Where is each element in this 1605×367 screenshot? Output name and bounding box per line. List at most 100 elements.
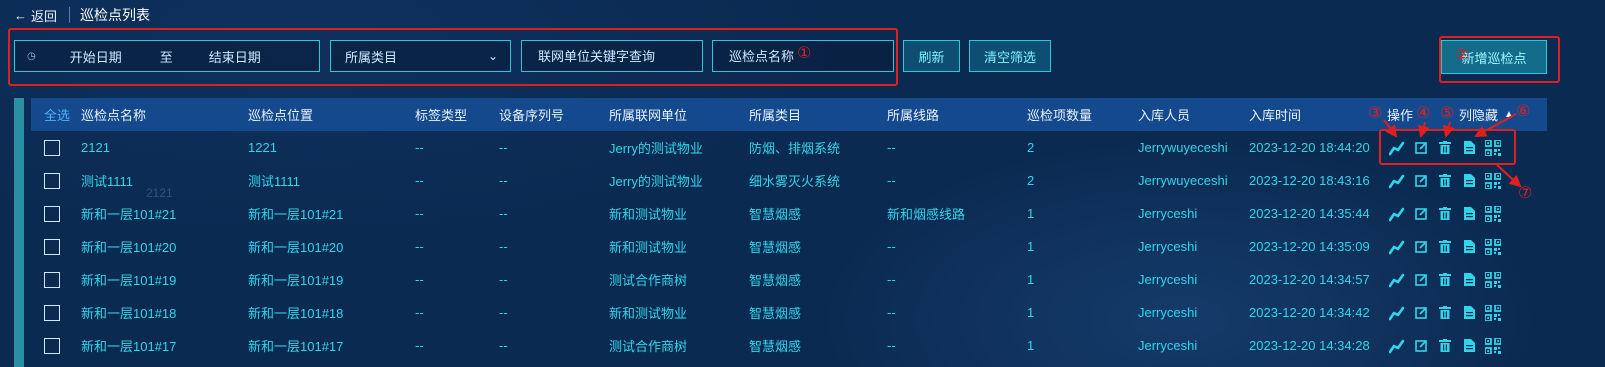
cell-item-count: 1 (1027, 206, 1035, 221)
trend-icon[interactable] (1389, 140, 1405, 156)
category-select-value: 所属类目 (345, 49, 398, 65)
document-icon[interactable] (1461, 173, 1477, 189)
cell-line: -- (887, 173, 896, 188)
edit-icon[interactable] (1413, 206, 1429, 222)
row-checkbox[interactable] (44, 205, 60, 222)
annotation-number-1: ① (797, 45, 812, 62)
col-header-actions: 操作 (1387, 108, 1414, 123)
edit-icon[interactable] (1413, 305, 1429, 321)
qrcode-icon[interactable] (1485, 304, 1501, 321)
cell-operator: Jerrywuyeceshi (1138, 173, 1228, 188)
delete-icon[interactable] (1437, 140, 1453, 156)
edit-icon[interactable] (1413, 338, 1429, 354)
row-checkbox[interactable] (44, 172, 60, 189)
delete-icon[interactable] (1437, 338, 1453, 354)
table-body: 2121 1221 -- -- Jerry的测试物业 防烟、排烟系统 -- 2 Jerrywuy… (31, 131, 1547, 362)
cell-category: 智慧烟感 (749, 273, 802, 288)
document-icon[interactable] (1461, 239, 1477, 255)
document-icon[interactable] (1461, 206, 1477, 222)
trend-icon[interactable] (1389, 173, 1405, 189)
table-row[interactable]: 新和一层101#21 新和一层101#21 -- -- 新和测试物业 智慧烟感 新和烟感线路… (31, 197, 1547, 230)
col-header-category: 所属类目 (749, 108, 802, 123)
trend-icon[interactable] (1389, 272, 1405, 288)
trend-icon[interactable] (1389, 305, 1405, 321)
table-row[interactable]: 2121 1221 -- -- Jerry的测试物业 防烟、排烟系统 -- 2 Jerrywuy… (31, 131, 1547, 164)
clear-filters-button[interactable]: 清空筛选 (969, 40, 1051, 72)
cell-name: 新和一层101#18 (81, 306, 177, 321)
select-all-button[interactable]: 全选 (44, 105, 70, 124)
cell-unit: Jerry的测试物业 (609, 141, 703, 156)
document-icon[interactable] (1461, 140, 1477, 156)
cell-time: 2023-12-20 18:43:16 (1249, 173, 1370, 188)
start-date-field[interactable]: 开始日期 (70, 47, 122, 66)
edit-icon[interactable] (1413, 140, 1429, 156)
delete-icon[interactable] (1437, 206, 1453, 222)
row-checkbox[interactable] (44, 271, 60, 288)
document-icon[interactable] (1461, 338, 1477, 354)
cell-name: 新和一层101#20 (81, 240, 177, 255)
category-select[interactable]: 所属类目 ⌄ (330, 40, 511, 72)
col-header-operator: 入库人员 (1138, 108, 1191, 123)
end-date-field[interactable]: 结束日期 (209, 47, 261, 66)
cell-location: 新和一层101#18 (248, 306, 344, 321)
cell-category: 智慧烟感 (749, 306, 802, 321)
row-actions (1389, 304, 1509, 321)
watermark-text: 2121 (146, 186, 173, 200)
trend-icon[interactable] (1389, 239, 1405, 255)
qrcode-icon[interactable] (1485, 337, 1501, 354)
cell-location: 测试1111 (248, 174, 301, 189)
cell-name: 2121 (81, 140, 110, 155)
annotation-number-2: ② (1455, 47, 1470, 64)
cell-tag-type: -- (415, 272, 424, 287)
qrcode-icon[interactable] (1485, 238, 1501, 255)
date-range-picker[interactable]: ◷ 开始日期 至 结束日期 (14, 40, 320, 72)
col-header-tag-type: 标签类型 (415, 108, 468, 123)
qrcode-icon[interactable] (1485, 271, 1501, 288)
cell-unit: Jerry的测试物业 (609, 174, 703, 189)
cell-name: 新和一层101#17 (81, 339, 177, 354)
inspection-point-table: 全选 巡检点名称 巡检点位置 标签类型 设备序列号 所属联网单位 所属类目 所属… (31, 98, 1547, 362)
col-header-unit: 所属联网单位 (609, 108, 688, 123)
row-checkbox[interactable] (44, 304, 60, 321)
document-icon[interactable] (1461, 272, 1477, 288)
trend-icon[interactable] (1389, 206, 1405, 222)
qrcode-icon[interactable] (1485, 172, 1501, 189)
table-row[interactable]: 新和一层101#18 新和一层101#18 -- -- 新和测试物业 智慧烟感 -- 1 Jer… (31, 296, 1547, 329)
table-row[interactable]: 新和一层101#20 新和一层101#20 -- -- 新和测试物业 智慧烟感 -- 1 Jer… (31, 230, 1547, 263)
trend-icon[interactable] (1389, 338, 1405, 354)
refresh-button[interactable]: 刷新 (903, 40, 960, 72)
cell-tag-type: -- (415, 173, 424, 188)
delete-icon[interactable] (1437, 239, 1453, 255)
caret-up-icon: ▲ (1504, 109, 1514, 120)
cell-unit: 新和测试物业 (609, 207, 688, 222)
cell-device-serial: -- (499, 272, 508, 287)
cell-unit: 新和测试物业 (609, 240, 688, 255)
annotation-number-6: ⑥ (1516, 103, 1531, 120)
edit-icon[interactable] (1413, 272, 1429, 288)
cell-location: 新和一层101#21 (248, 207, 344, 222)
qrcode-icon[interactable] (1485, 139, 1501, 156)
cell-tag-type: -- (415, 338, 424, 353)
back-button[interactable]: ← 返回 (14, 6, 57, 25)
column-hide-toggle[interactable]: 列隐藏 ▲ (1459, 105, 1514, 124)
delete-icon[interactable] (1437, 173, 1453, 189)
cell-unit: 测试合作商树 (609, 339, 688, 354)
unit-keyword-input[interactable] (536, 47, 690, 65)
row-checkbox[interactable] (44, 337, 60, 354)
document-icon[interactable] (1461, 305, 1477, 321)
row-checkbox[interactable] (44, 238, 60, 255)
back-label: 返回 (31, 8, 58, 24)
edit-icon[interactable] (1413, 239, 1429, 255)
cell-tag-type: -- (415, 305, 424, 320)
table-row[interactable]: 新和一层101#17 新和一层101#17 -- -- 测试合作商树 智慧烟感 -- 1 Jer… (31, 329, 1547, 362)
cell-location: 新和一层101#20 (248, 240, 344, 255)
delete-icon[interactable] (1437, 272, 1453, 288)
cell-name: 测试1111 (81, 174, 134, 189)
row-checkbox[interactable] (44, 139, 60, 156)
edit-icon[interactable] (1413, 173, 1429, 189)
col-header-name: 巡检点名称 (81, 108, 147, 123)
delete-icon[interactable] (1437, 305, 1453, 321)
table-row[interactable]: 测试1111 测试1111 -- -- Jerry的测试物业 细水雾灭火系统 -- 2 Jerr… (31, 164, 1547, 197)
qrcode-icon[interactable] (1485, 205, 1501, 222)
table-row[interactable]: 新和一层101#19 新和一层101#19 -- -- 测试合作商树 智慧烟感 -- 1 Jer… (31, 263, 1547, 296)
